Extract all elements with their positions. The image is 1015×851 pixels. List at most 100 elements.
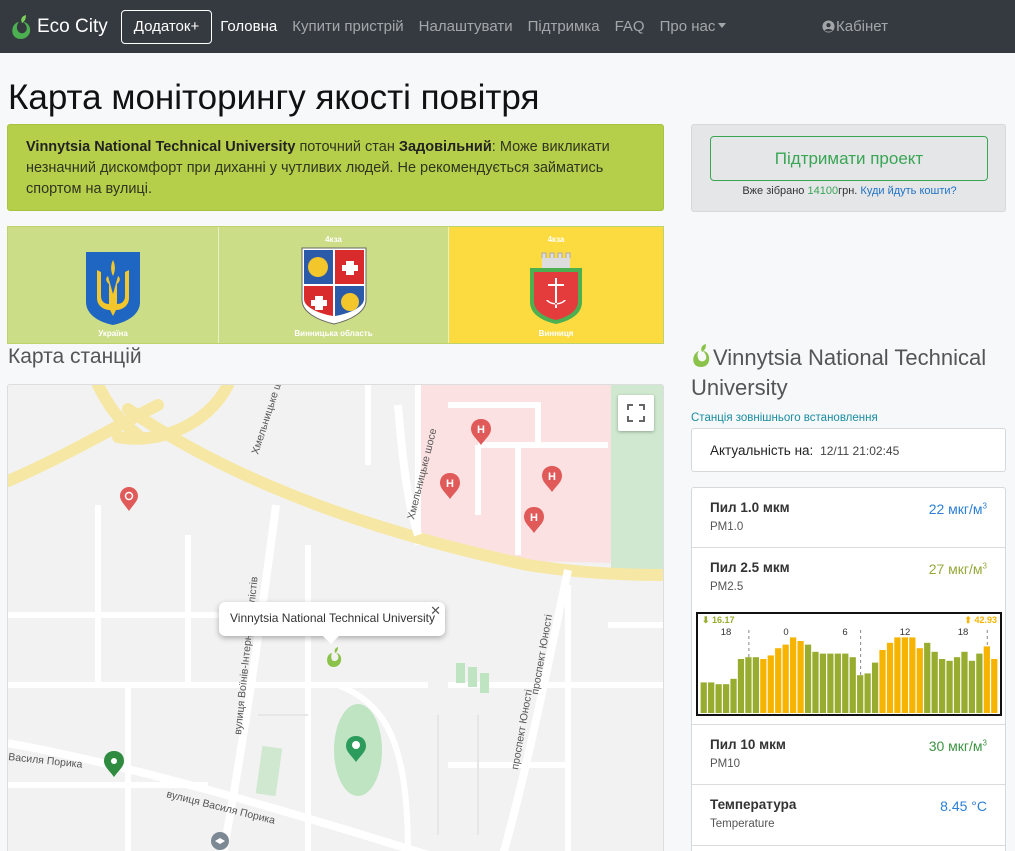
vinnytsia-oblast-coat-of-arms-icon	[301, 247, 366, 325]
leaf-logo-icon	[12, 14, 31, 39]
metric-name: Пил 2.5 мкм	[710, 560, 790, 575]
metrics-list: Пил 1.0 мкм PM1.0 22 мкг/м3 Пил 2.5 мкм …	[691, 487, 1006, 851]
station-title: Vinnytsia National Technical University	[691, 343, 1011, 403]
chart-max-label: ⬆ 42.93	[964, 615, 997, 625]
nav-faq[interactable]: FAQ	[615, 18, 645, 35]
metric-value: 30 мкг/м3	[928, 738, 987, 754]
navbar: Eco City Додаток+ Головна Купити пристрі…	[0, 0, 1015, 53]
svg-text:H: H	[446, 478, 454, 490]
chart-bar	[924, 642, 931, 713]
region-vinnytsia-city[interactable]: 4кза Винниця	[449, 227, 663, 343]
chart-bar	[953, 657, 961, 713]
nav-home[interactable]: Головна	[220, 18, 277, 35]
chart-bar	[745, 657, 752, 713]
chart-bar	[871, 662, 879, 713]
region-oblast-label: Винницька область	[294, 329, 373, 338]
chart-bar	[760, 659, 767, 713]
metric-name: Пил 10 мкм	[710, 737, 786, 752]
station-type-label: Станція зовнішнього встановлення	[691, 412, 878, 424]
caret-down-icon	[718, 23, 727, 28]
collected-amount: 14100	[807, 185, 839, 197]
status-station-name: Vinnytsia National Technical University	[26, 139, 296, 155]
air-quality-status-alert: Vinnytsia National Technical University …	[7, 124, 664, 211]
brand[interactable]: Eco City	[10, 14, 108, 40]
support-project-button[interactable]: Підтримати проект	[710, 136, 988, 181]
chart-bar	[968, 660, 976, 713]
chart-bar	[752, 657, 759, 713]
region-ukraine[interactable]: Україна	[8, 227, 219, 343]
chart-bar	[842, 653, 849, 713]
nav-settings[interactable]: Налаштувати	[419, 18, 513, 35]
region-city-top-label: 4кза	[547, 235, 565, 244]
chart-bar	[946, 660, 953, 713]
fullscreen-icon	[627, 404, 645, 422]
pm25-history-chart[interactable]: 18 0 6 12 18 ⬇ 16.17 ⬆ 42.93	[696, 612, 1002, 716]
stations-map[interactable]: Хмельницьке шосе Хмельницьке шосе вулиця…	[7, 384, 664, 851]
svg-text:H: H	[548, 471, 556, 483]
metric-pm10[interactable]: Пил 10 мкм PM10 30 мкг/м3	[692, 724, 1005, 785]
metric-value: 22 мкг/м3	[928, 501, 987, 517]
user-circle-icon	[822, 20, 835, 33]
regions-bar: Україна 4кза Винницька область 4кза Винн…	[7, 226, 664, 344]
chart-bar	[834, 653, 841, 713]
svg-text:H: H	[530, 512, 538, 524]
popup-close-icon[interactable]: ✕	[430, 603, 441, 619]
where-funds-go-link[interactable]: Куди йдуть кошти?	[860, 185, 956, 197]
chart-bar	[812, 651, 819, 713]
chart-bar	[879, 650, 886, 713]
stations-map-title: Карта станцій	[8, 345, 142, 368]
chart-bar	[991, 659, 998, 713]
chart-bar	[931, 651, 938, 713]
chart-min-label: ⬇ 16.17	[702, 615, 735, 625]
metric-value: 8.45 °C	[940, 798, 987, 814]
metric-sub: PM10	[710, 758, 741, 770]
metric-pm25[interactable]: Пил 2.5 мкм PM2.5 27 мкг/м3	[692, 548, 1005, 609]
vinnytsia-city-coat-of-arms-icon	[530, 252, 582, 324]
status-level: Задовільний	[398, 139, 492, 155]
chart-tick-label: 0	[783, 627, 788, 638]
chart-bar	[894, 637, 901, 713]
svg-text:H: H	[477, 424, 485, 436]
region-city-label: Винниця	[538, 329, 574, 338]
education-marker[interactable]	[211, 832, 229, 850]
metric-pm1[interactable]: Пил 1.0 мкм PM1.0 22 мкг/м3	[692, 488, 1005, 548]
fullscreen-button[interactable]	[618, 395, 654, 431]
chart-bar	[819, 653, 827, 713]
chart-bar	[976, 653, 983, 713]
metric-sub: PM2.5	[710, 581, 744, 593]
metric-sub: Temperature	[710, 818, 775, 830]
chart-bar	[715, 684, 722, 713]
chart-bar	[849, 657, 856, 713]
chart-bar	[983, 646, 990, 713]
add-button[interactable]: Додаток+	[120, 9, 213, 44]
pm25-chart-svg: 18 0 6 12 18 ⬇ 16.17 ⬆ 42.93	[700, 615, 998, 713]
nav-about-label: Про нас	[659, 18, 716, 35]
metric-sub: PM1.0	[710, 521, 744, 533]
nav-support[interactable]: Підтримка	[528, 18, 600, 35]
region-ukraine-label: Україна	[98, 329, 128, 338]
region-vinnytsia-oblast[interactable]: 4кза Винницька область	[219, 227, 449, 343]
collected-currency: грн.	[838, 185, 858, 197]
nav-buy-device[interactable]: Купити пристрій	[292, 18, 403, 35]
station-popup-text: Vinnytsia National Technical University	[230, 611, 435, 625]
cabinet-label: Кабінет	[836, 18, 889, 35]
chart-tick-label: 18	[721, 627, 732, 638]
metric-value: 27 мкг/м3	[928, 561, 987, 577]
chart-tick-label: 12	[900, 627, 911, 638]
brand-label: Eco City	[37, 15, 108, 37]
chart-bar	[886, 642, 894, 713]
chart-bar	[909, 637, 916, 713]
nav-cabinet[interactable]: Кабінет	[822, 18, 888, 35]
page-title: Карта моніторингу якості повітря	[8, 78, 540, 117]
metric-temperature[interactable]: Температура Temperature 8.45 °C	[692, 785, 1005, 846]
chart-bar	[939, 659, 946, 713]
status-text-before: поточний стан	[295, 139, 399, 155]
nav-about-dropdown[interactable]: Про нас	[660, 18, 727, 35]
chart-bar	[782, 644, 789, 713]
metric-name: Температура	[710, 797, 797, 812]
chart-bar	[737, 659, 745, 713]
support-box: Підтримати проект Вже зібрано 14100грн. …	[691, 124, 1006, 212]
actual-time-box: Актуальність на: 12/11 21:02:45	[691, 428, 1006, 472]
chart-bar	[916, 648, 923, 713]
collected-prefix: Вже зібрано	[742, 185, 808, 197]
